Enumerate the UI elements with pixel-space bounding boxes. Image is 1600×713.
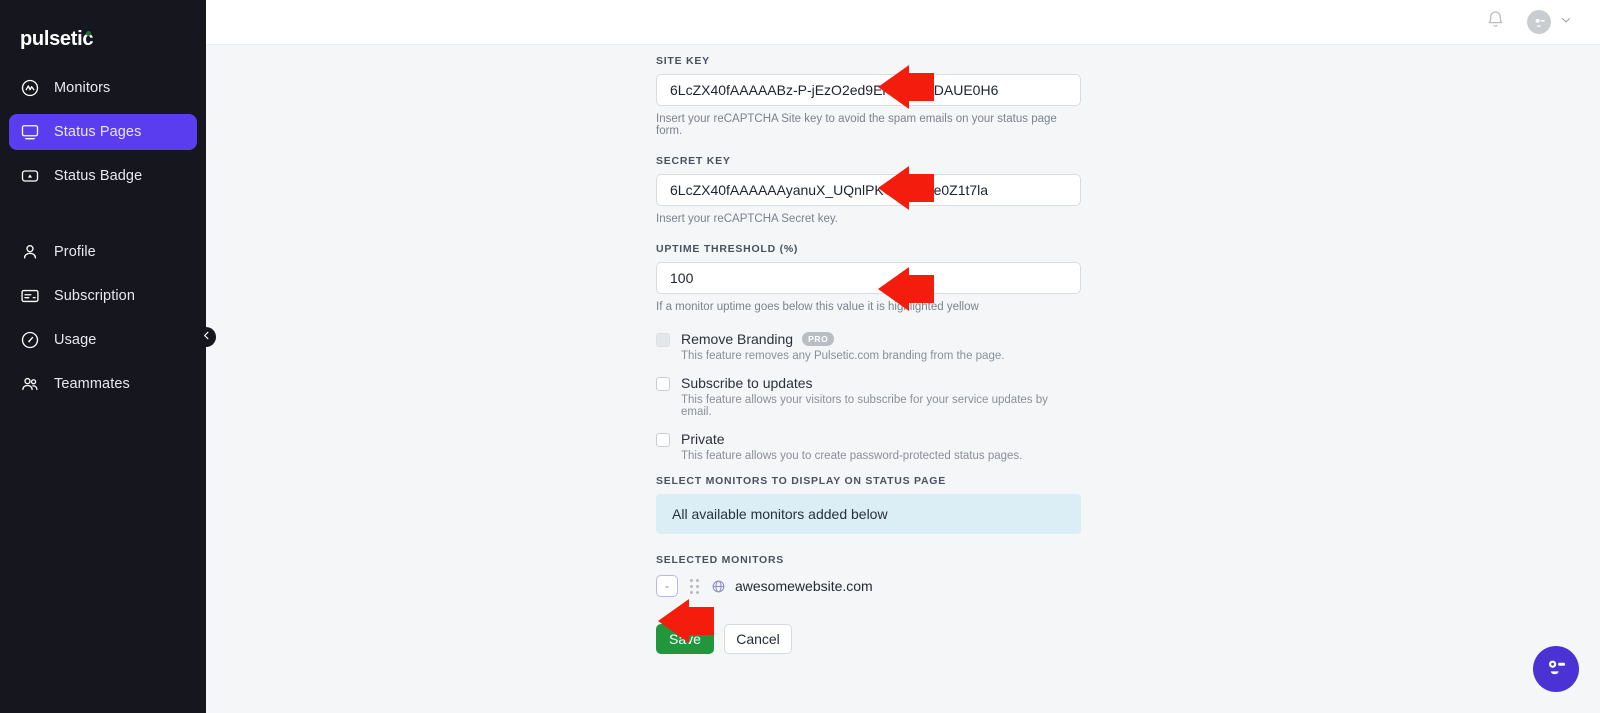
status-pages-icon xyxy=(19,121,41,143)
chevron-left-icon xyxy=(201,328,212,346)
sidebar-secondary-nav: Profile Subscription Usage Teammates xyxy=(0,234,206,402)
chevron-down-icon xyxy=(1560,13,1572,31)
settings-content: SITE KEY Insert your reCAPTCHA Site key … xyxy=(206,45,1600,713)
monitor-name: awesomewebsite.com xyxy=(735,578,873,594)
sidebar-item-subscription[interactable]: Subscription xyxy=(9,278,197,314)
chat-face-icon xyxy=(1542,653,1570,686)
sidebar-label-status-pages: Status Pages xyxy=(54,124,142,140)
sidebar-label-status-badge: Status Badge xyxy=(54,168,143,184)
remove-branding-label: Remove Branding xyxy=(681,331,794,347)
sidebar-item-monitors[interactable]: Monitors xyxy=(9,70,197,106)
select-monitors-section: SELECT MONITORS TO DISPLAY ON STATUS PAG… xyxy=(656,475,1081,534)
usage-icon xyxy=(19,329,41,351)
app-root: pulsetic Monitors Status Pages Status Ba… xyxy=(0,0,1600,713)
secret-key-helper: Insert your reCAPTCHA Secret key. xyxy=(656,213,838,225)
private-description: This feature allows you to create passwo… xyxy=(681,450,1023,462)
private-label: Private xyxy=(681,431,725,447)
drag-handle-icon[interactable] xyxy=(690,578,699,594)
selected-monitors-section: SELECTED MONITORS - awesomewebsite.com xyxy=(656,554,1081,597)
uptime-threshold-label: UPTIME THRESHOLD (%) xyxy=(656,243,799,255)
brand-name: pulsetic xyxy=(20,27,94,50)
uptime-threshold-helper: If a monitor uptime goes below this valu… xyxy=(656,301,979,313)
account-menu-button[interactable] xyxy=(1527,10,1572,34)
remove-branding-row: Remove Branding PRO xyxy=(656,331,1081,347)
selected-monitors-label: SELECTED MONITORS xyxy=(656,554,785,566)
sidebar-item-profile[interactable]: Profile xyxy=(9,234,197,270)
site-key-label: SITE KEY xyxy=(656,55,710,67)
sidebar-label-monitors: Monitors xyxy=(54,80,111,96)
subscribe-updates-checkbox[interactable] xyxy=(656,377,670,391)
remove-monitor-button[interactable]: - xyxy=(656,575,678,597)
uptime-threshold-input[interactable] xyxy=(656,262,1081,294)
site-key-field: SITE KEY Insert your reCAPTCHA Site key … xyxy=(656,55,1081,137)
remove-branding-checkbox[interactable] xyxy=(656,333,670,347)
bell-icon xyxy=(1486,10,1505,34)
teammates-icon xyxy=(19,373,41,395)
remove-branding-description: This feature removes any Pulsetic.com br… xyxy=(681,350,1005,362)
secret-key-field: SECRET KEY Insert your reCAPTCHA Secret … xyxy=(656,155,1081,225)
brand-logo[interactable]: pulsetic xyxy=(0,0,206,58)
sidebar-label-teammates: Teammates xyxy=(54,376,130,392)
private-row: Private xyxy=(656,431,1081,447)
sidebar-primary-nav: Monitors Status Pages Status Badge xyxy=(0,70,206,194)
subscribe-updates-row: Subscribe to updates xyxy=(656,375,1081,391)
sidebar-item-teammates[interactable]: Teammates xyxy=(9,366,197,402)
subscribe-updates-label: Subscribe to updates xyxy=(681,375,813,391)
private-checkbox[interactable] xyxy=(656,433,670,447)
topbar xyxy=(206,0,1600,45)
globe-icon xyxy=(711,579,726,594)
notifications-button[interactable] xyxy=(1486,10,1505,34)
remove-branding-label-wrap: Remove Branding PRO xyxy=(681,331,835,347)
select-monitors-label: SELECT MONITORS TO DISPLAY ON STATUS PAG… xyxy=(656,475,946,487)
pro-badge: PRO xyxy=(802,332,835,346)
user-avatar-icon xyxy=(1527,10,1551,34)
save-button[interactable]: Save xyxy=(656,624,714,654)
secret-key-label: SECRET KEY xyxy=(656,155,731,167)
sidebar-label-profile: Profile xyxy=(54,244,96,260)
cancel-button[interactable]: Cancel xyxy=(724,624,792,654)
subscribe-updates-description: This feature allows your visitors to sub… xyxy=(681,394,1048,418)
sidebar: pulsetic Monitors Status Pages Status Ba… xyxy=(0,0,216,713)
subscription-icon xyxy=(19,285,41,307)
profile-icon xyxy=(19,241,41,263)
remove-branding-option: Remove Branding PRO This feature removes… xyxy=(656,331,1081,362)
monitors-icon xyxy=(19,77,41,99)
main-area: SITE KEY Insert your reCAPTCHA Site key … xyxy=(206,0,1600,713)
site-key-helper: Insert your reCAPTCHA Site key to avoid … xyxy=(656,113,1057,137)
form-actions: Save Cancel xyxy=(656,624,1081,654)
sidebar-label-usage: Usage xyxy=(54,332,97,348)
status-page-settings-form: SITE KEY Insert your reCAPTCHA Site key … xyxy=(656,45,1081,654)
chat-widget-button[interactable] xyxy=(1533,646,1579,692)
status-badge-icon xyxy=(19,165,41,187)
site-key-input[interactable] xyxy=(656,74,1081,106)
sidebar-label-subscription: Subscription xyxy=(54,288,135,304)
uptime-threshold-field: UPTIME THRESHOLD (%) If a monitor uptime… xyxy=(656,243,1081,313)
monitors-info-box[interactable]: All available monitors added below xyxy=(656,494,1081,534)
sidebar-item-status-badge[interactable]: Status Badge xyxy=(9,158,197,194)
sidebar-collapse-button[interactable] xyxy=(196,327,216,347)
subscribe-updates-option: Subscribe to updates This feature allows… xyxy=(656,375,1081,418)
secret-key-input[interactable] xyxy=(656,174,1081,206)
selected-monitor-row: - awesomewebsite.com xyxy=(656,575,1081,597)
sidebar-item-status-pages[interactable]: Status Pages xyxy=(9,114,197,150)
sidebar-item-usage[interactable]: Usage xyxy=(9,322,197,358)
private-option: Private This feature allows you to creat… xyxy=(656,431,1081,462)
